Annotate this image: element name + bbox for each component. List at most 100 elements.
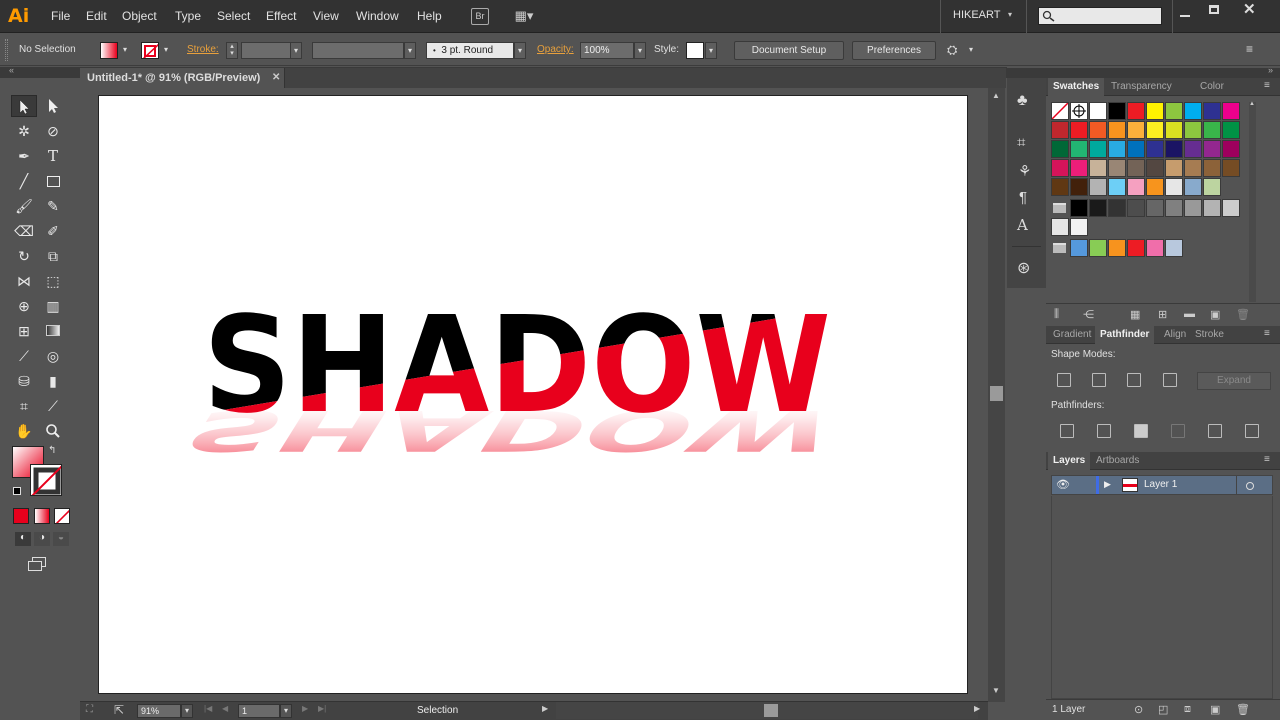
line-segment-tool-icon[interactable]: ╱ bbox=[11, 170, 37, 192]
transform-panel-icon[interactable]: ⌗ bbox=[1017, 134, 1025, 151]
document-tab[interactable]: Untitled-1* @ 91% (RGB/Preview) ✕ bbox=[80, 68, 285, 88]
screen-mode-icon[interactable] bbox=[28, 557, 48, 571]
swatch[interactable] bbox=[1127, 159, 1145, 177]
artboard[interactable]: SHADOW SHADOW SHADOW bbox=[98, 95, 968, 694]
canvas-area[interactable]: SHADOW SHADOW SHADOW bbox=[80, 88, 988, 702]
prev-artboard-icon[interactable]: ◀ bbox=[222, 704, 228, 713]
layer-name[interactable]: Layer 1 bbox=[1144, 479, 1177, 490]
swatch[interactable] bbox=[1089, 178, 1107, 196]
first-artboard-icon[interactable]: |◀ bbox=[204, 704, 212, 713]
workspace-switcher[interactable]: HIKEART bbox=[953, 9, 1000, 21]
scroll-right-icon[interactable]: ▶ bbox=[974, 704, 980, 713]
magic-wand-tool-icon[interactable]: ✲ bbox=[11, 120, 37, 142]
swatch[interactable] bbox=[1127, 239, 1145, 257]
expand-layer-icon[interactable]: ▶ bbox=[1104, 479, 1111, 490]
artboard-nav-icon[interactable]: ⛶ bbox=[86, 704, 93, 715]
recolor-dropdown-icon[interactable]: ▾ bbox=[969, 45, 973, 54]
current-tool-status[interactable]: Selection bbox=[417, 705, 458, 716]
swatch[interactable] bbox=[1108, 140, 1126, 158]
fill-swatch[interactable] bbox=[100, 42, 118, 59]
color-mode-icon[interactable] bbox=[13, 508, 29, 524]
swatch[interactable] bbox=[1070, 239, 1088, 257]
stroke-weight-dropdown[interactable]: ▾ bbox=[290, 42, 302, 59]
layers-menu-icon[interactable]: ≡ bbox=[1264, 454, 1270, 465]
zoom-tool-icon[interactable] bbox=[40, 420, 66, 442]
new-swatch-icon[interactable]: ▣ bbox=[1210, 308, 1220, 321]
intersect-icon[interactable] bbox=[1127, 373, 1141, 387]
swatch[interactable] bbox=[1051, 159, 1069, 177]
swatch[interactable] bbox=[1108, 239, 1126, 257]
swatch[interactable] bbox=[1089, 140, 1107, 158]
swatch[interactable] bbox=[1222, 121, 1240, 139]
exclude-icon[interactable] bbox=[1163, 373, 1177, 387]
swatch[interactable] bbox=[1070, 121, 1088, 139]
target-icon[interactable] bbox=[1246, 482, 1254, 490]
eraser-tool-icon[interactable]: ⌫ bbox=[11, 220, 37, 242]
swatch[interactable] bbox=[1089, 159, 1107, 177]
clipping-mask-icon[interactable]: ◰ bbox=[1158, 703, 1168, 716]
menu-edit[interactable]: Edit bbox=[86, 9, 107, 23]
artboard-dropdown[interactable]: ▾ bbox=[280, 704, 292, 718]
swatch[interactable] bbox=[1108, 199, 1126, 217]
draw-inside-icon[interactable]: ◒ bbox=[53, 532, 69, 546]
gradient-tool-icon[interactable] bbox=[40, 320, 66, 342]
swatch[interactable] bbox=[1127, 121, 1145, 139]
blend-tool-icon[interactable]: ◎ bbox=[40, 345, 66, 367]
new-sublayer-icon[interactable]: ⧈ bbox=[1184, 703, 1191, 716]
bridge-button[interactable]: Br bbox=[471, 8, 489, 25]
minimize-icon[interactable] bbox=[1180, 15, 1190, 17]
width-tool-icon[interactable]: ⋈ bbox=[11, 270, 37, 292]
swatch[interactable] bbox=[1165, 121, 1183, 139]
horizontal-scrollbar[interactable]: ▶ bbox=[556, 702, 980, 719]
free-transform-tool-icon[interactable]: ⬚ bbox=[40, 270, 66, 292]
swatch[interactable] bbox=[1203, 140, 1221, 158]
status-menu-icon[interactable]: ▶ bbox=[542, 704, 548, 713]
recolor-artwork-icon[interactable]: ⛭ bbox=[947, 42, 957, 58]
zoom-dropdown[interactable]: ▾ bbox=[181, 704, 193, 718]
swatch[interactable] bbox=[1165, 140, 1183, 158]
tab-gradient[interactable]: Gradient bbox=[1048, 326, 1096, 344]
variable-width-profile[interactable] bbox=[312, 42, 404, 59]
swatch[interactable] bbox=[1165, 239, 1183, 257]
swatches-menu-icon[interactable]: ≡ bbox=[1264, 80, 1270, 91]
swatch[interactable] bbox=[1146, 178, 1164, 196]
swatch[interactable] bbox=[1222, 199, 1240, 217]
draw-normal-icon[interactable]: ◐ bbox=[15, 532, 31, 546]
swatch[interactable] bbox=[1184, 159, 1202, 177]
stroke-label[interactable]: Stroke: bbox=[187, 44, 219, 55]
swatches-scrollbar[interactable]: ▲ bbox=[1249, 101, 1256, 302]
swatch[interactable] bbox=[1203, 159, 1221, 177]
swatch[interactable] bbox=[1089, 121, 1107, 139]
swatch[interactable] bbox=[1146, 239, 1164, 257]
scroll-down-icon[interactable]: ▼ bbox=[992, 686, 1000, 695]
minus-back-icon[interactable] bbox=[1245, 424, 1259, 438]
swatch[interactable] bbox=[1070, 140, 1088, 158]
menu-file[interactable]: File bbox=[51, 9, 70, 23]
default-fill-stroke-icon[interactable] bbox=[13, 487, 21, 495]
selection-tool-icon[interactable] bbox=[11, 95, 37, 117]
swatch[interactable] bbox=[1165, 159, 1183, 177]
swatch[interactable] bbox=[1051, 178, 1069, 196]
swatch[interactable] bbox=[1089, 102, 1107, 120]
style-dropdown[interactable]: ▾ bbox=[705, 42, 717, 59]
menu-object[interactable]: Object bbox=[122, 9, 157, 23]
minus-front-icon[interactable] bbox=[1092, 373, 1106, 387]
eyedropper-tool-icon[interactable]: ⟋ bbox=[11, 345, 37, 367]
stroke-weight-field[interactable] bbox=[241, 42, 291, 59]
swatch[interactable] bbox=[1127, 199, 1145, 217]
graphic-style-swatch[interactable] bbox=[686, 42, 704, 59]
swatch[interactable] bbox=[1070, 218, 1088, 236]
tab-stroke[interactable]: Stroke bbox=[1190, 326, 1229, 344]
blob-brush-tool-icon[interactable]: ✐ bbox=[40, 220, 66, 242]
symbol-sprayer-tool-icon[interactable]: ⛁ bbox=[11, 370, 37, 392]
swatch[interactable] bbox=[1203, 199, 1221, 217]
swatch[interactable] bbox=[1108, 159, 1126, 177]
swatch[interactable] bbox=[1108, 178, 1126, 196]
tab-align[interactable]: Align bbox=[1159, 326, 1191, 344]
swatch[interactable] bbox=[1184, 178, 1202, 196]
trim-icon[interactable] bbox=[1097, 424, 1111, 438]
swatch[interactable] bbox=[1051, 218, 1069, 236]
swatch[interactable] bbox=[1089, 239, 1107, 257]
arrange-documents-button[interactable]: ▦▾ bbox=[509, 8, 539, 25]
swatch[interactable] bbox=[1051, 121, 1069, 139]
